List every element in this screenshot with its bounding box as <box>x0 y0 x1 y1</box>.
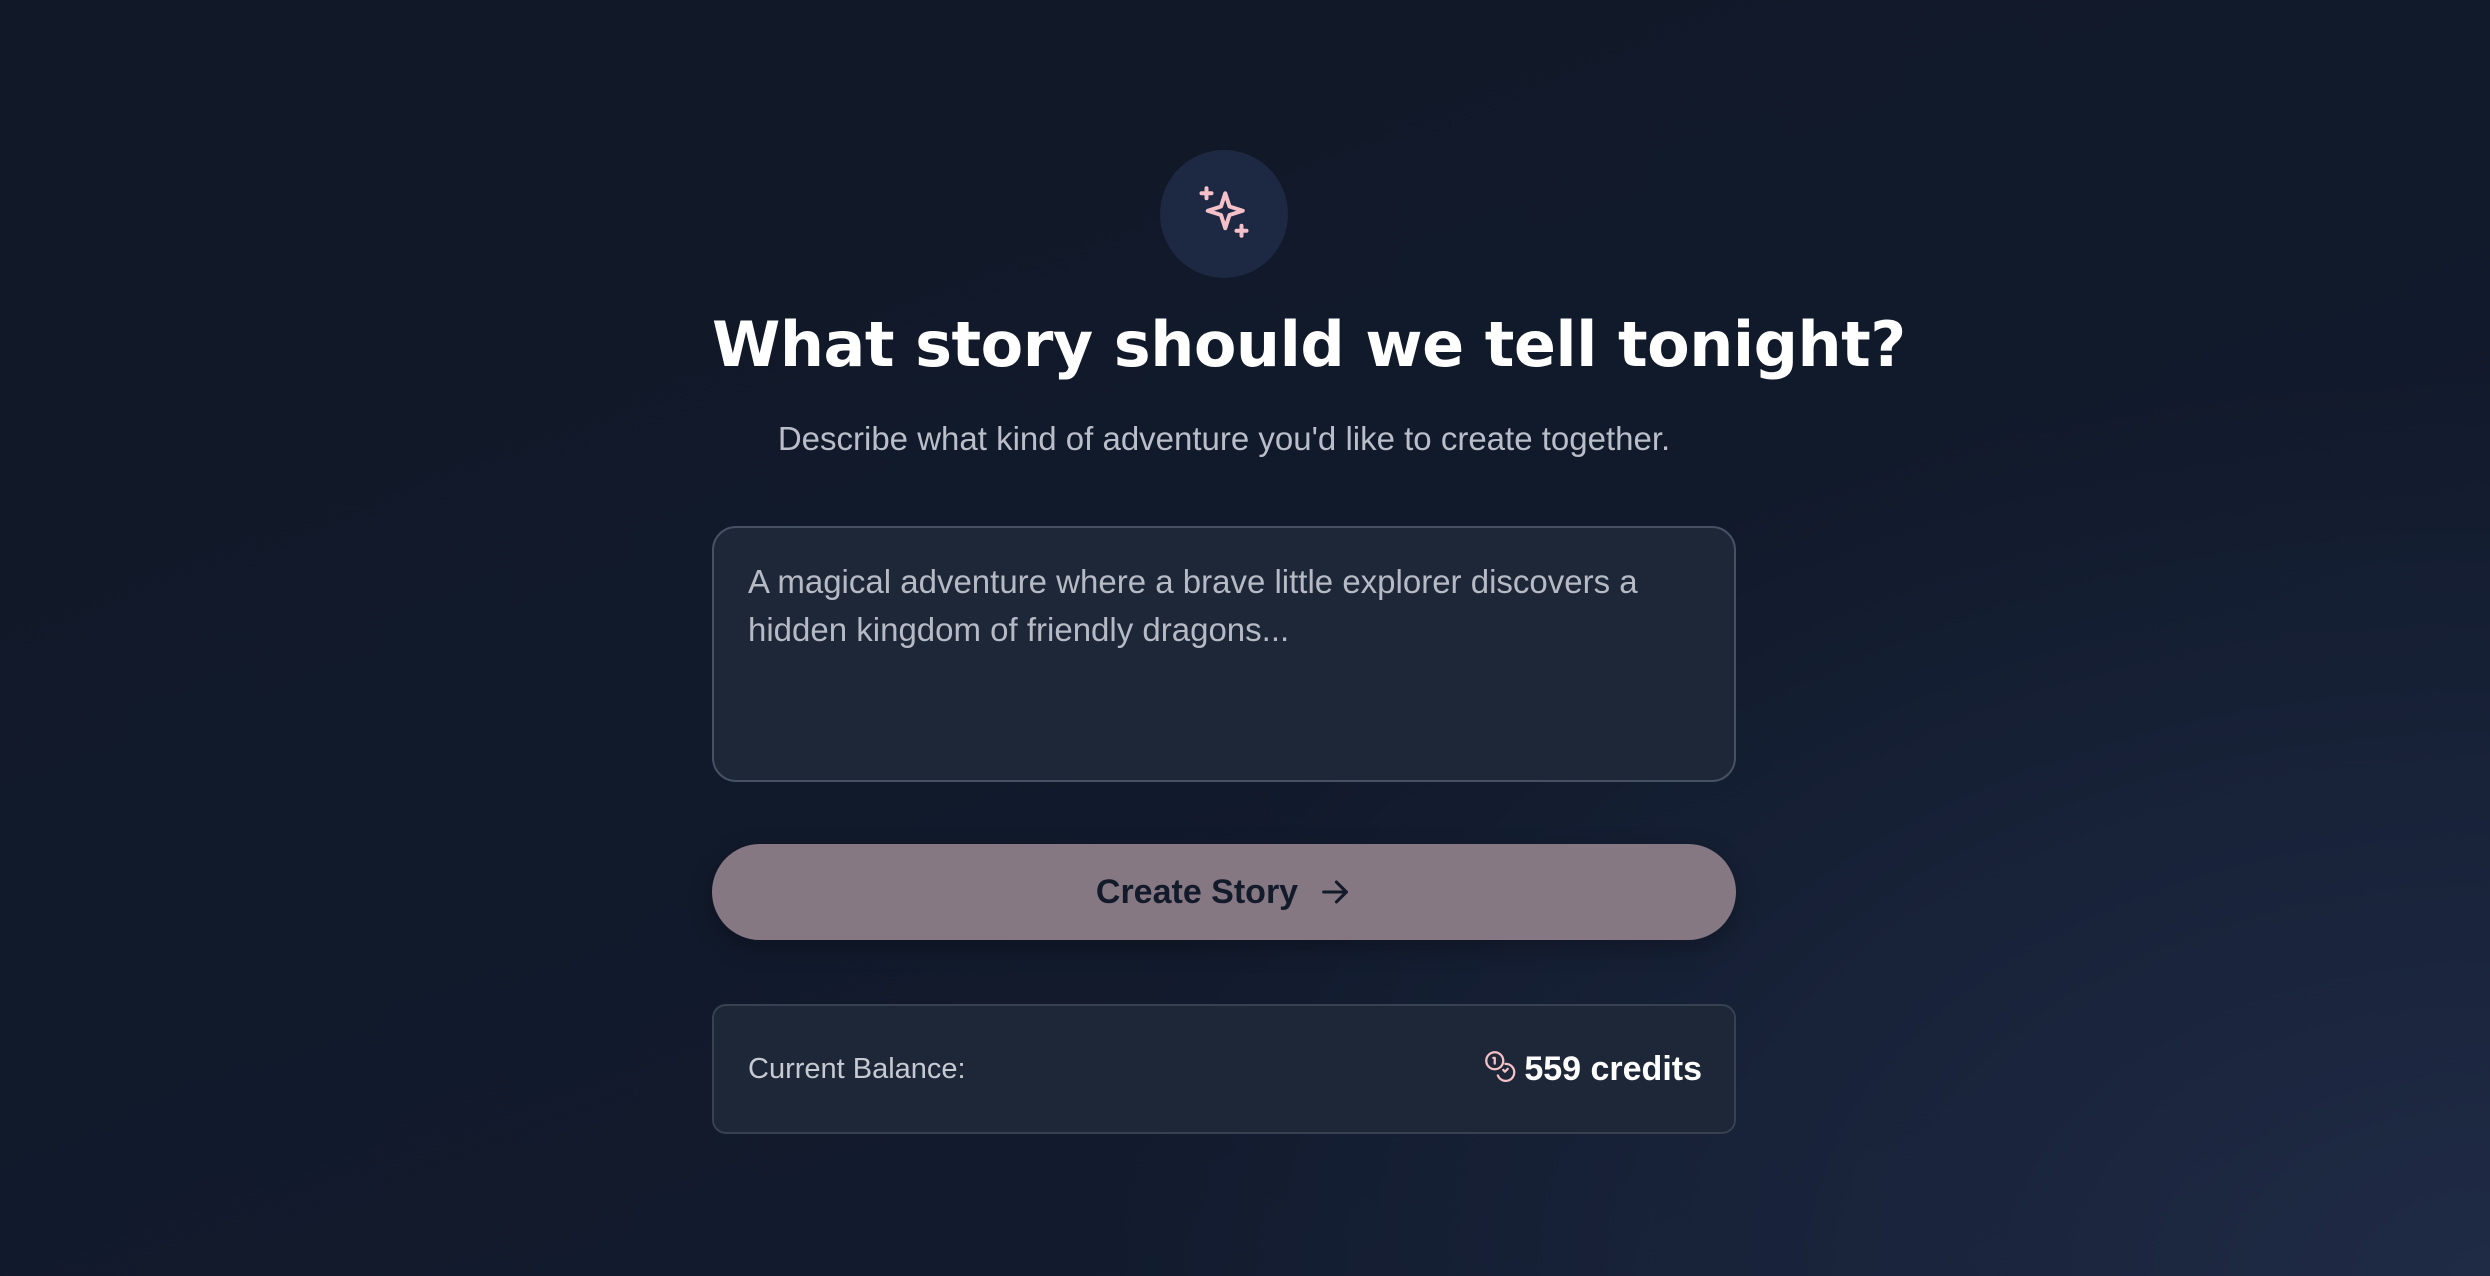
page-subtitle: Describe what kind of adventure you'd li… <box>777 420 1671 457</box>
story-prompt-container <box>712 526 1736 782</box>
balance-value-text: 559 credits <box>1524 1049 1702 1088</box>
balance-label: Current Balance: <box>748 1052 966 1085</box>
arrow-right-icon <box>1318 875 1352 909</box>
sparkles-badge <box>1160 150 1288 278</box>
coins-icon <box>1482 1048 1516 1091</box>
sparkles-icon <box>1194 182 1254 247</box>
story-prompt-input[interactable] <box>748 558 1700 750</box>
balance-amount: 559 credits <box>1482 1048 1702 1091</box>
create-story-label: Create Story <box>1095 872 1299 911</box>
page-title: What story should we tell tonight? <box>712 308 1906 381</box>
balance-card: Current Balance: 559 credits <box>712 1004 1736 1134</box>
create-story-button[interactable]: Create Story <box>712 844 1736 940</box>
